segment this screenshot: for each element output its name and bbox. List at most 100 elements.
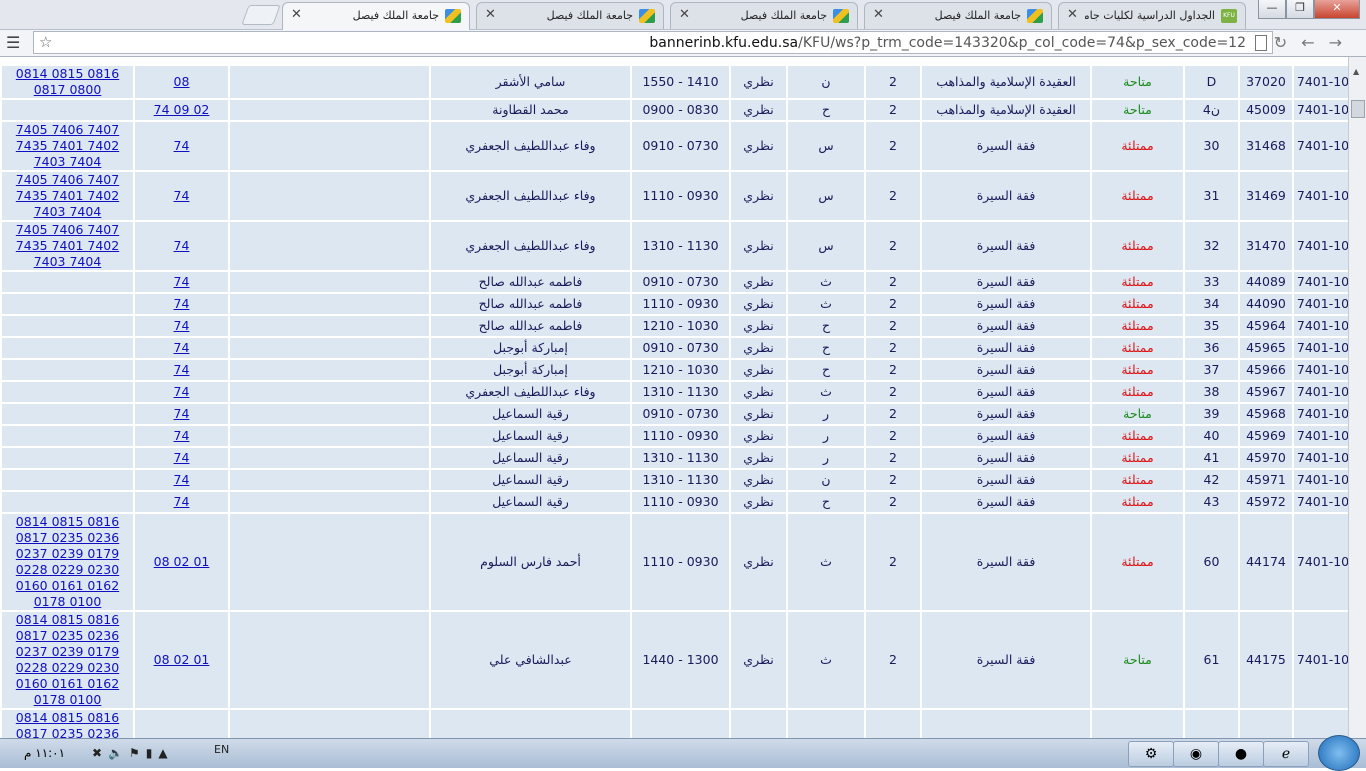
rooms-link-cell (2, 382, 133, 402)
menu-icon[interactable]: ☰ (6, 33, 20, 52)
major-link[interactable]: 74 (174, 494, 190, 509)
taskbar-app-internet-explorer[interactable]: ℯ (1263, 741, 1309, 767)
taskbar-app-firefox[interactable]: ● (1218, 741, 1264, 767)
tab-close-icon[interactable]: ✕ (873, 7, 884, 22)
clock[interactable]: ١١:٠١ م (24, 746, 65, 760)
rooms-link-cell (2, 404, 133, 424)
major-link[interactable]: 08 (174, 74, 190, 89)
back-icon[interactable]: ← (1301, 33, 1328, 52)
network-error-icon[interactable]: ✖ (92, 746, 108, 760)
major-link[interactable]: 74 (174, 428, 190, 443)
rooms-link[interactable]: 0814 0815 0816 0817 0235 0236 0237 0239 … (16, 514, 119, 609)
rooms-link[interactable]: 7405 7406 7407 7435 7401 7402 7403 7404 (16, 222, 119, 269)
instructor-cell: محمد القطاونة (431, 100, 630, 120)
rooms-link-cell: 0814 0815 0816 0817 0235 0236 0237 0239 … (2, 612, 133, 708)
rooms-link[interactable]: 0814 0815 0816 0817 0235 0236 0237 0239 … (16, 710, 119, 738)
tab-5[interactable]: KFU الجداول الدراسية لكليات جامعة ✕ (1058, 2, 1246, 29)
rooms-link[interactable]: 7405 7406 7407 7435 7401 7402 7403 7404 (16, 172, 119, 219)
major-link-cell: 74 (135, 492, 228, 512)
rooms-link[interactable]: 7405 7406 7407 7435 7401 7402 7403 7404 (16, 122, 119, 169)
major-link[interactable]: 74 (174, 340, 190, 355)
credit-hours-cell: 2 (866, 404, 920, 424)
major-link[interactable]: 74 (174, 274, 190, 289)
tab-1[interactable]: جامعة الملك فيصل ✕ (282, 2, 470, 31)
major-link[interactable]: 74 (174, 138, 190, 153)
major-link[interactable]: 02 09 74 (154, 102, 210, 117)
tab-3[interactable]: جامعة الملك فيصل ✕ (670, 2, 858, 29)
bookmark-star-icon[interactable]: ☆ (39, 33, 52, 51)
reload-icon[interactable]: ↻ (1274, 33, 1301, 52)
tab-close-icon[interactable]: ✕ (485, 7, 496, 22)
flag-icon[interactable]: ⚑ (129, 746, 146, 760)
time-cell: 1030 - 1210 (632, 316, 729, 336)
rooms-link[interactable]: 0814 0815 0816 0817 0800 (16, 66, 119, 97)
section-cell: D (1185, 66, 1238, 98)
day-cell: س (788, 172, 864, 220)
course-name-cell: فقة السيرة (922, 470, 1090, 490)
section-cell: 35 (1185, 316, 1238, 336)
maximize-button[interactable]: ❐ (1286, 0, 1314, 19)
major-link[interactable]: 74 (174, 362, 190, 377)
credit-hours-cell: 2 (866, 514, 920, 610)
instructor-cell: إمباركة أبوجبل (431, 338, 630, 358)
section-cell: 39 (1185, 404, 1238, 424)
major-link[interactable]: 74 (174, 450, 190, 465)
new-tab-button[interactable] (241, 5, 281, 25)
major-link[interactable]: 74 (174, 406, 190, 421)
major-link[interactable]: 01 02 08 (154, 554, 210, 569)
empty-cell (230, 404, 429, 424)
forward-icon[interactable]: → (1329, 33, 1356, 52)
empty-cell (230, 66, 429, 98)
crn-cell: 45969 (1240, 426, 1292, 446)
taskbar-app-chrome[interactable]: ◉ (1173, 741, 1219, 767)
day-cell: ث (788, 272, 864, 292)
start-button[interactable] (1318, 735, 1360, 771)
major-link[interactable]: 74 (174, 238, 190, 253)
volume-icon[interactable]: 🔈 (108, 746, 129, 760)
type-cell: نظري (731, 172, 786, 220)
minimize-button[interactable]: — (1258, 0, 1286, 19)
rooms-link-cell (2, 360, 133, 380)
major-link-cell: 74 (135, 316, 228, 336)
day-cell: ح (788, 338, 864, 358)
course-name-cell: فقة السيرة (922, 338, 1090, 358)
major-link-cell: 01 02 08 (135, 514, 228, 610)
major-link[interactable]: 74 (174, 472, 190, 487)
instructor-cell: رقية السماعيل (431, 492, 630, 512)
tab-close-icon[interactable]: ✕ (1067, 7, 1078, 22)
major-link-cell: 74 (135, 222, 228, 270)
section-cell: 31 (1185, 172, 1238, 220)
page-content: 7401-10137020Dمتاحةالعقيدة الإسلامية وال… (0, 57, 1348, 738)
rooms-link-cell: 0814 0815 0816 0817 0800 (2, 66, 133, 98)
taskbar-app-ie[interactable]: ⚙ (1128, 741, 1174, 767)
instructor-cell: سامي الأشقر (431, 710, 630, 738)
language-indicator[interactable]: EN (214, 743, 229, 756)
address-bar[interactable]: ☆ bannerinb.kfu.edu.sa/KFU/ws?p_trm_code… (33, 31, 1273, 54)
rooms-link-cell (2, 294, 133, 314)
rooms-link[interactable]: 0814 0815 0816 0817 0235 0236 0237 0239 … (16, 612, 119, 707)
course-code-cell: 7401-102 (1294, 360, 1348, 380)
close-window-button[interactable]: ✕ (1314, 0, 1360, 19)
scroll-up-icon[interactable]: ▲ (1353, 67, 1359, 76)
tray-expand-icon[interactable]: ▲ (158, 746, 173, 760)
major-link[interactable]: 74 (174, 384, 190, 399)
type-cell: نظري (731, 710, 786, 738)
credit-hours-cell: 2 (866, 470, 920, 490)
course-code-cell: 7401-102 (1294, 172, 1348, 220)
vertical-scrollbar[interactable]: ▲ (1348, 57, 1366, 738)
tab-title: جامعة الملك فيصل (352, 9, 439, 22)
time-cell: 1300 - 1440 (632, 710, 729, 738)
tab-close-icon[interactable]: ✕ (679, 7, 690, 22)
tab-close-icon[interactable]: ✕ (291, 7, 302, 22)
table-row: 7401-1024596435ممتلئةفقة السيرة2حنظري103… (2, 316, 1348, 336)
tab-4[interactable]: جامعة الملك فيصل ✕ (864, 2, 1052, 29)
tab-title: جامعة الملك فيصل (934, 9, 1021, 22)
major-link[interactable]: 74 (174, 318, 190, 333)
major-link[interactable]: 74 (174, 296, 190, 311)
major-link[interactable]: 01 02 08 (154, 652, 210, 667)
major-link[interactable]: 74 (174, 188, 190, 203)
tab-2[interactable]: جامعة الملك فيصل ✕ (476, 2, 664, 29)
scroll-thumb[interactable] (1351, 100, 1365, 118)
signal-icon[interactable]: ▮ (146, 746, 159, 760)
course-code-cell: 7401-102 (1294, 294, 1348, 314)
